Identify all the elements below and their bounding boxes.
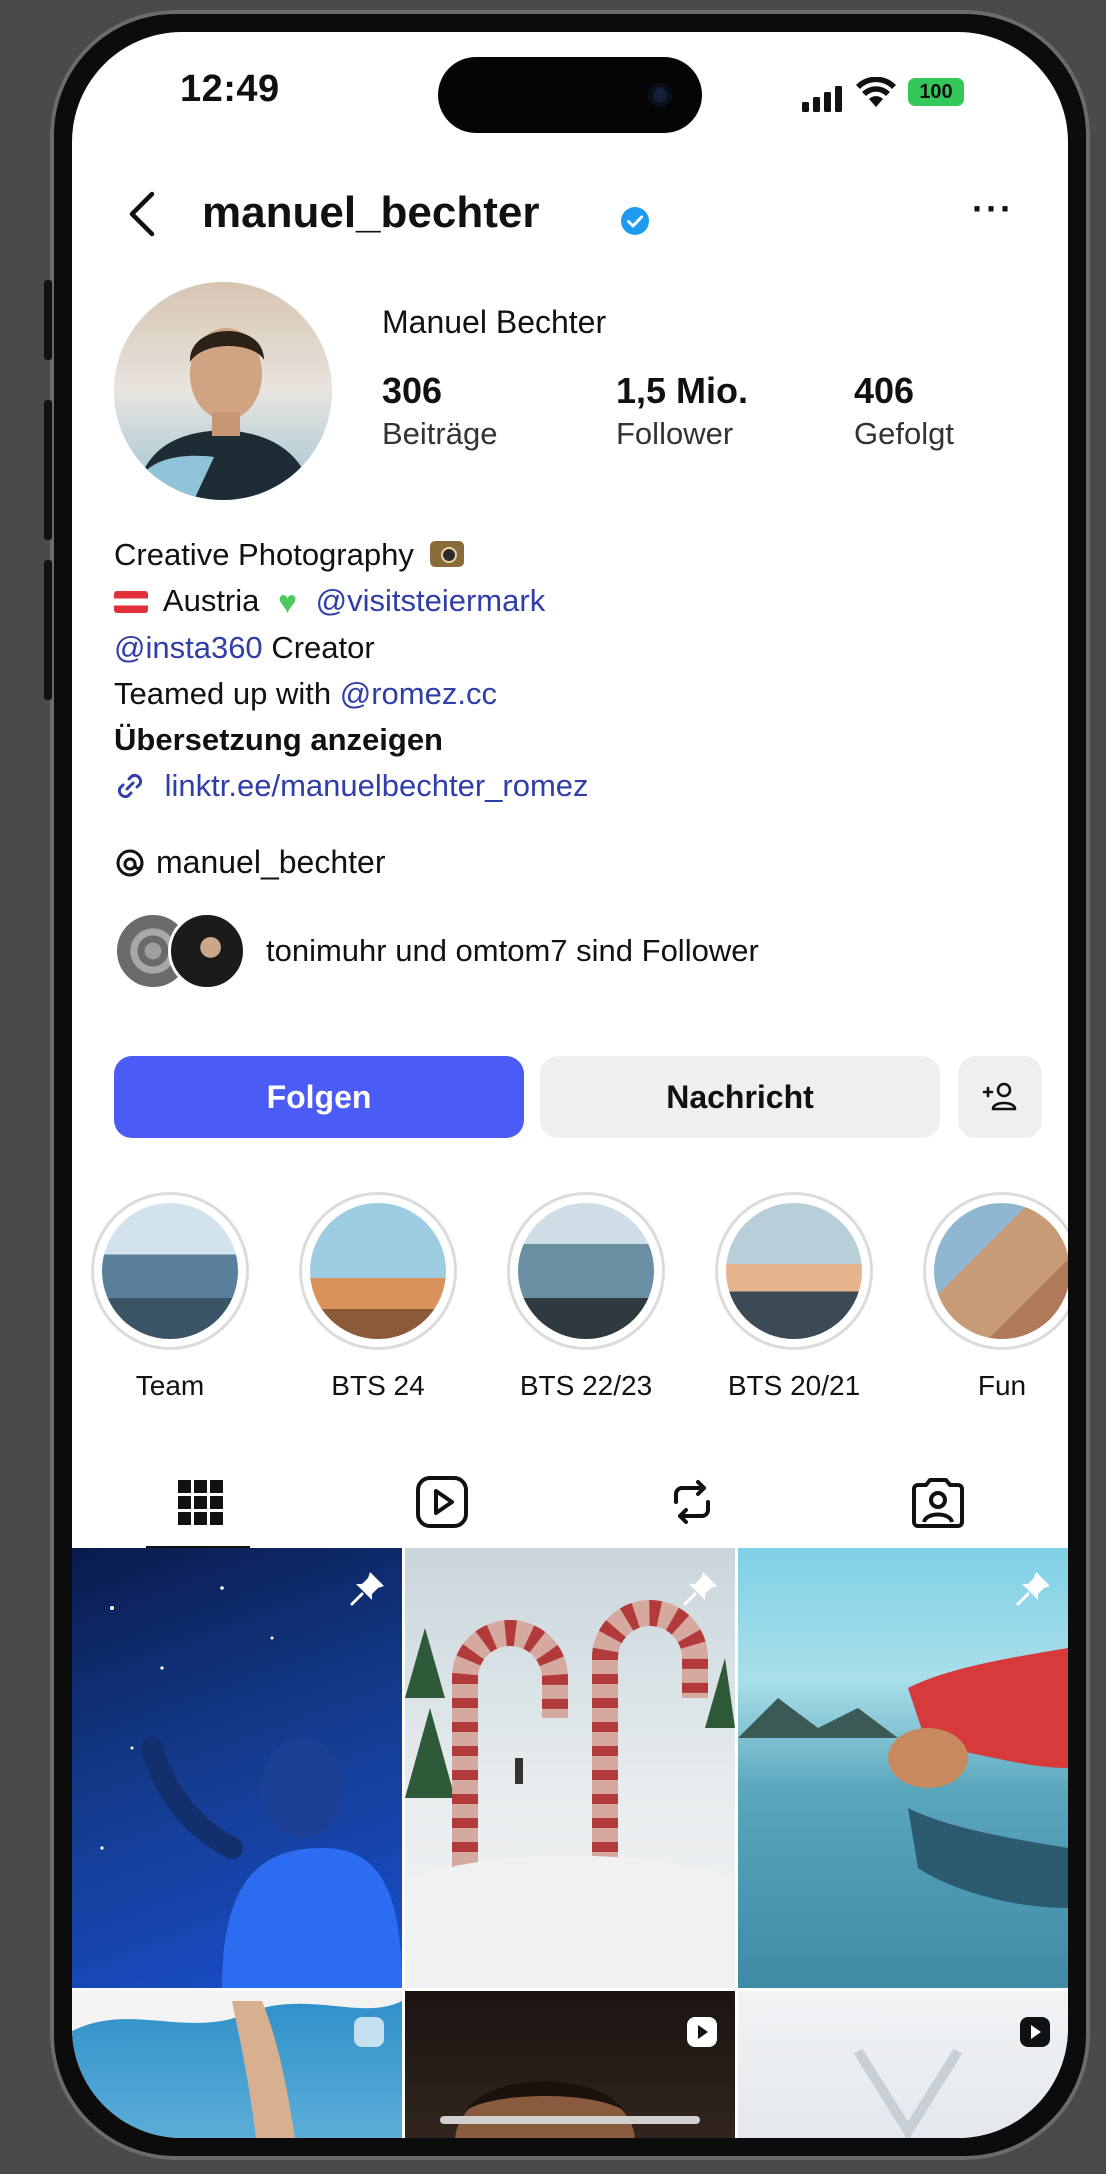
- pin-icon: [1016, 1572, 1050, 1606]
- highlight-label: Fun: [977, 1370, 1027, 1401]
- tagged-icon[interactable]: [908, 1472, 968, 1532]
- wifi-icon: [856, 77, 896, 107]
- stat-label: Beiträge: [382, 416, 498, 451]
- post-thumbnail[interactable]: [738, 1991, 1068, 2138]
- threads-handle: manuel_bechter: [156, 844, 386, 880]
- profile-avatar[interactable]: [114, 282, 332, 500]
- follow-button[interactable]: Folgen: [114, 1056, 524, 1138]
- status-time: 12:49: [180, 68, 280, 110]
- post-image: [853, 2048, 963, 2138]
- highlight-item[interactable]: BTS 22/23: [506, 1192, 666, 1402]
- highlight-ring: [715, 1192, 873, 1350]
- threads-icon: [116, 849, 144, 876]
- back-chevron-icon[interactable]: [126, 190, 158, 238]
- followed-by-text: tonimuhr und omtom7 sind Follower: [266, 933, 759, 968]
- bio-line: Creative Photography: [114, 532, 589, 578]
- website-link[interactable]: linktr.ee/manuelbechter_romez: [165, 768, 589, 803]
- bio-mention-link[interactable]: @insta360: [114, 630, 263, 665]
- translate-link[interactable]: Übersetzung anzeigen: [114, 717, 589, 763]
- stat-count: 406: [854, 370, 915, 411]
- post-thumbnail[interactable]: [72, 1548, 402, 1988]
- highlight-item[interactable]: Team: [90, 1192, 250, 1402]
- post-thumbnail[interactable]: [72, 1991, 402, 2138]
- post-image: [738, 1648, 1068, 1908]
- stat-following[interactable]: 406 Gefolgt: [854, 370, 954, 452]
- post-thumbnail[interactable]: [738, 1548, 1068, 1988]
- highlight-ring: [299, 1192, 457, 1350]
- highlight-item[interactable]: BTS 20/21: [714, 1192, 874, 1402]
- reposts-icon[interactable]: [662, 1472, 722, 1532]
- threads-badge[interactable]: manuel_bechter: [114, 844, 385, 881]
- stat-label: Gefolgt: [854, 416, 954, 451]
- highlight-thumbnail: [310, 1203, 446, 1339]
- austria-flag-icon: [114, 591, 148, 613]
- bio-line: Teamed up with @romez.cc: [114, 671, 589, 717]
- dynamic-island: [438, 57, 702, 133]
- highlight-thumbnail: [726, 1203, 862, 1339]
- stat-followers[interactable]: 1,5 Mio. Follower: [616, 370, 748, 452]
- add-person-icon: [982, 1082, 1017, 1111]
- camera-icon: [648, 83, 672, 107]
- stat-posts[interactable]: 306 Beiträge: [382, 370, 497, 452]
- stat-label: Follower: [616, 416, 734, 451]
- highlight-ring: [507, 1192, 665, 1350]
- green-heart-icon: ♥: [278, 584, 298, 620]
- posts-grid-icon[interactable]: [170, 1472, 230, 1532]
- screen: 12:49 100 manuel_bechter ··· Manuel Bech…: [72, 32, 1068, 2138]
- signal-icon: [802, 86, 842, 112]
- display-name: Manuel Bechter: [382, 304, 607, 340]
- side-button: [44, 560, 52, 700]
- bio-text: Creative Photography: [114, 537, 414, 572]
- post-image: [405, 1600, 735, 1988]
- more-options-button[interactable]: ···: [972, 188, 1014, 230]
- bio: Creative Photography Austria ♥ @visitste…: [114, 532, 589, 809]
- highlight-label: Team: [135, 1370, 205, 1401]
- suggest-people-button[interactable]: [958, 1056, 1042, 1138]
- bio-text: Creator: [271, 630, 375, 665]
- bio-mention-link[interactable]: @visitsteiermark: [316, 583, 546, 618]
- profile-header: manuel_bechter ···: [72, 172, 1068, 252]
- camera-emoji-icon: [430, 541, 465, 567]
- highlight-thumbnail: [934, 1203, 1068, 1339]
- bio-line: Austria ♥ @visitsteiermark: [114, 578, 589, 625]
- bio-mention-link[interactable]: @romez.cc: [340, 676, 497, 711]
- highlight-item[interactable]: BTS 24: [298, 1192, 458, 1402]
- pin-icon: [683, 1572, 717, 1606]
- bio-text: Austria: [162, 583, 260, 618]
- battery-icon: 100: [908, 78, 964, 106]
- reels-icon[interactable]: [412, 1472, 472, 1532]
- highlight-thumbnail: [518, 1203, 654, 1339]
- home-indicator[interactable]: [440, 2116, 700, 2124]
- stat-count: 306: [382, 370, 443, 411]
- side-button: [44, 400, 52, 540]
- reel-icon: [354, 2017, 384, 2047]
- phone-frame: 12:49 100 manuel_bechter ··· Manuel Bech…: [44, 10, 1090, 2160]
- highlight-label: BTS 20/21: [727, 1370, 861, 1401]
- post-image: [100, 1586, 402, 1988]
- post-image: [72, 1991, 402, 2138]
- side-button: [44, 280, 52, 360]
- reel-icon: [1020, 2017, 1050, 2047]
- highlight-ring: [91, 1192, 249, 1350]
- highlight-label: BTS 24: [331, 1370, 425, 1401]
- stat-count: 1,5 Mio.: [616, 370, 749, 411]
- website-row[interactable]: linktr.ee/manuelbechter_romez: [114, 763, 589, 809]
- profile-tabs: [72, 1462, 1068, 1550]
- link-icon: [117, 773, 143, 799]
- status-bar: 12:49 100: [72, 32, 1068, 152]
- message-button[interactable]: Nachricht: [540, 1056, 940, 1138]
- pin-icon: [350, 1572, 384, 1606]
- header-username: manuel_bechter: [202, 188, 540, 237]
- bio-text: Teamed up with: [114, 676, 332, 711]
- follower-avatar: [168, 912, 246, 990]
- highlight-thumbnail: [102, 1203, 238, 1339]
- reel-icon: [687, 2017, 717, 2047]
- bio-line: @insta360 Creator: [114, 625, 589, 671]
- highlight-ring: [923, 1192, 1068, 1350]
- followed-by-row[interactable]: tonimuhr und omtom7 sind Follower: [114, 912, 759, 990]
- highlight-item[interactable]: Fun: [922, 1192, 1068, 1402]
- highlight-label: BTS 22/23: [519, 1370, 653, 1401]
- post-thumbnail[interactable]: [405, 1548, 735, 1988]
- verified-badge-icon: [621, 207, 649, 235]
